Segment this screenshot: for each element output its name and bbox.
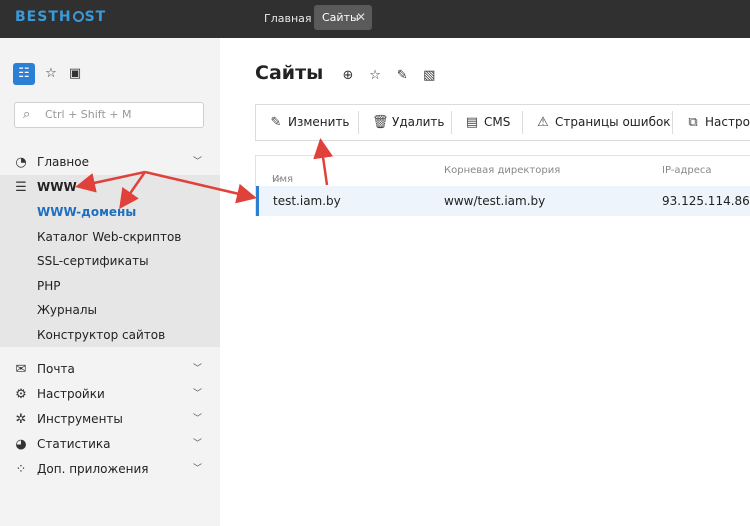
sidebar-subitem-ssl[interactable]: SSL-сертификаты [0, 249, 220, 274]
top-bar: BESTH ST Главная Сайты ✕ [0, 0, 750, 38]
toolbar-divider [672, 111, 673, 134]
logo-o-ring [72, 11, 84, 22]
chevron-down-icon: ﹀ [192, 414, 202, 424]
cms-icon: ▤ [465, 115, 479, 130]
sidebar-item-label: Инструменты [37, 412, 123, 426]
export-icon[interactable]: ▧ [418, 68, 440, 83]
error-pages-button[interactable]: ⚠ Страницы ошибок [535, 105, 671, 140]
sidebar-item-tools[interactable]: ✲ Инструменты ﹀ [0, 407, 220, 432]
sidebar-subitem-php[interactable]: PHP [0, 274, 220, 299]
chevron-down-icon: ﹀ [192, 364, 202, 374]
sidebar-item-label: Главное [37, 155, 89, 169]
sites-table: Имя ﹀ Корневая директория IP-адреса test… [255, 155, 750, 216]
sidebar-submenu-www: WWW-домены Каталог Web-скриптов SSL-серт… [0, 200, 220, 347]
sidebar-item-settings[interactable]: ⚙ Настройки ﹀ [0, 382, 220, 407]
toolbar-divider [522, 111, 523, 134]
sidebar-item-label: Почта [37, 362, 75, 376]
tab-sites[interactable]: Сайты ✕ [314, 5, 372, 30]
settings-page-button[interactable]: ⧉ Настро [685, 105, 750, 140]
sidebar-item-label: Статистика [37, 437, 111, 451]
chevron-down-icon: ﹀ [192, 389, 202, 399]
sliders-icon: ☰ [15, 180, 27, 195]
sidebar-item-main[interactable]: ◔ Главное ﹀ [0, 150, 220, 175]
sidebar-subitem-web-scripts[interactable]: Каталог Web-скриптов [0, 225, 220, 250]
sidebar-item-label: WWW [37, 180, 77, 194]
chevron-down-icon: ﹀ [192, 464, 202, 474]
chevron-down-icon: ﹀ [192, 439, 202, 449]
cms-button-label: CMS [484, 115, 511, 129]
star-icon[interactable]: ☆ [364, 68, 386, 83]
search-icon: ⌕ [23, 107, 31, 122]
delete-button-label: Удалить [392, 115, 445, 129]
badge-icon[interactable]: ▣ [64, 63, 86, 85]
sidebar-item-apps[interactable]: ⁘ Доп. приложения ﹀ [0, 457, 220, 482]
toolbar-divider [358, 111, 359, 134]
tools-icon: ✲ [15, 412, 27, 427]
pin-icon[interactable]: ✎ [391, 68, 413, 83]
title-actions: ⊕ ☆ ✎ ▧ [337, 64, 440, 83]
search-input[interactable]: ⌕ Ctrl + Shift + M [14, 102, 204, 128]
close-icon[interactable]: ✕ [356, 5, 366, 30]
apps-icon: ⁘ [15, 462, 27, 477]
sidebar-item-www[interactable]: ☰ WWW [0, 175, 220, 200]
search-placeholder: Ctrl + Shift + M [45, 108, 132, 121]
pie-icon: ◕ [15, 437, 27, 452]
toolbar-divider [451, 111, 452, 134]
sidebar-item-label: Доп. приложения [37, 462, 149, 476]
edit-button-label: Изменить [288, 115, 350, 129]
sidebar-nav-group: ✉ Почта ﹀ ⚙ Настройки ﹀ ✲ Инструменты ﹀ … [0, 357, 220, 482]
cell-root: www/test.iam.by [444, 194, 546, 208]
besthost-logo[interactable]: BESTH ST [15, 9, 106, 25]
trash-icon: 🗑 [372, 115, 389, 130]
sidebar-subitem-logs[interactable]: Журналы [0, 298, 220, 323]
sidebar-item-label: Настройки [37, 387, 105, 401]
toolbar: ✎ Изменить 🗑 Удалить ▤ CMS ⚠ Страницы ошибок… [255, 104, 750, 141]
error-page-icon: ⚠ [537, 115, 549, 130]
sidebar-nav: ◔ Главное ﹀ ☰ WWW WWW-домены Каталог Web… [0, 150, 220, 482]
settings-page-icon: ⧉ [688, 115, 698, 130]
star-icon[interactable]: ☆ [40, 63, 62, 85]
error-pages-button-label: Страницы ошибок [555, 115, 671, 129]
cms-button[interactable]: ▤ CMS [464, 105, 511, 140]
tree-view-icon[interactable]: ☷ [13, 63, 35, 85]
pencil-icon: ✎ [270, 115, 282, 130]
sidebar-item-mail[interactable]: ✉ Почта ﹀ [0, 357, 220, 382]
gear-icon: ⚙ [15, 387, 27, 402]
cell-name: test.iam.by [273, 194, 341, 208]
cell-ip: 93.125.114.86 [662, 194, 750, 208]
tab-home[interactable]: Главная [256, 5, 320, 33]
column-header-ip[interactable]: IP-адреса [662, 165, 712, 176]
edit-button[interactable]: ✎ Изменить [268, 105, 350, 140]
settings-page-button-label: Настро [705, 115, 750, 129]
sidebar-item-statistics[interactable]: ◕ Статистика ﹀ [0, 432, 220, 457]
mail-icon: ✉ [15, 362, 27, 377]
delete-button[interactable]: 🗑 Удалить [372, 105, 445, 140]
chevron-down-icon: ﹀ [192, 157, 202, 167]
gauge-icon: ◔ [15, 155, 27, 170]
sidebar: ☷ ☆ ▣ ⌕ Ctrl + Shift + M ◔ Главное ﹀ ☰ W… [0, 38, 220, 526]
sidebar-subitem-www-domains[interactable]: WWW-домены [0, 200, 220, 225]
table-header: Имя ﹀ Корневая директория IP-адреса [256, 156, 750, 189]
page-title: Сайты [255, 62, 324, 84]
column-header-root[interactable]: Корневая директория [444, 165, 560, 176]
table-row[interactable]: test.iam.by www/test.iam.by 93.125.114.8… [256, 186, 750, 216]
tab-sites-label: Сайты [322, 11, 359, 24]
sidebar-subitem-site-builder[interactable]: Конструктор сайтов [0, 323, 220, 348]
globe-icon[interactable]: ⊕ [337, 68, 359, 83]
